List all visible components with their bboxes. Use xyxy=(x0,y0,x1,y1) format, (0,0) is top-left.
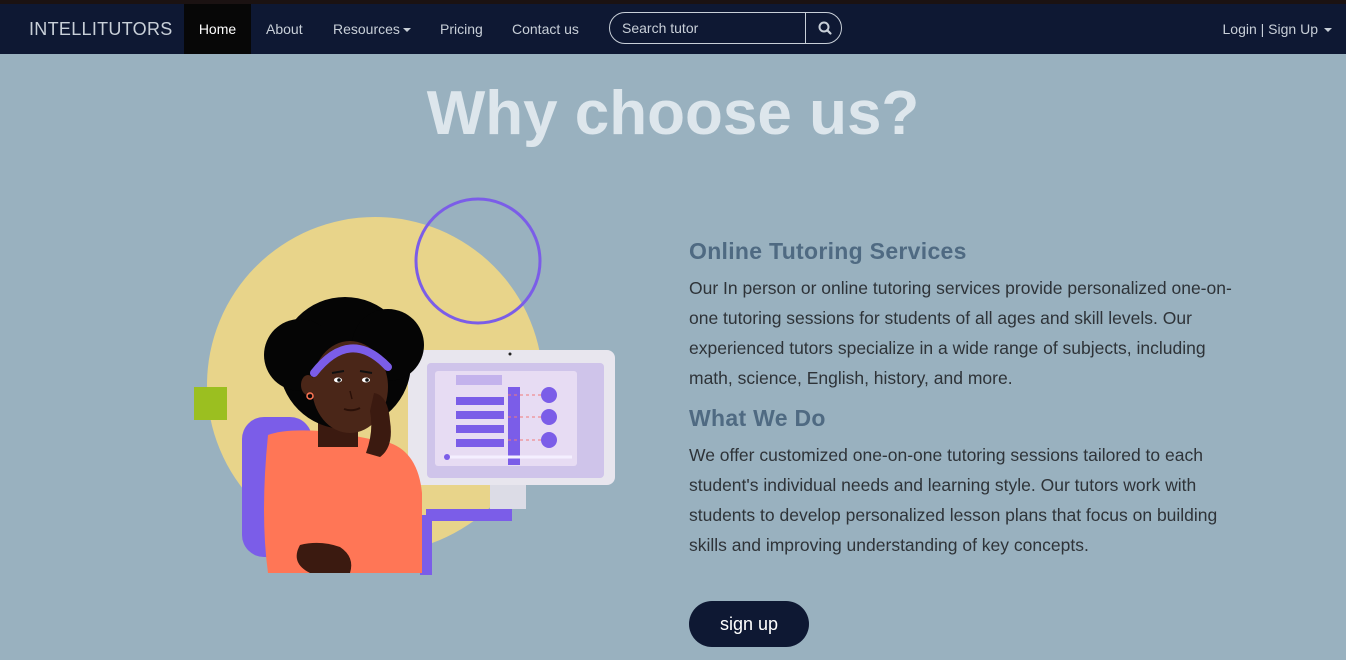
nav-resources[interactable]: Resources xyxy=(333,4,411,54)
sign-up-button[interactable]: sign up xyxy=(689,601,809,647)
brand-logo[interactable]: INTELLITUTORS xyxy=(29,4,173,54)
section-heading-online-tutoring: Online Tutoring Services xyxy=(689,238,967,264)
section-heading-what-we-do: What We Do xyxy=(689,405,826,431)
nav-resources-label: Resources xyxy=(333,21,400,37)
tutor-illustration xyxy=(194,197,615,575)
section-text-what-we-do: We offer customized one-on-one tutoring … xyxy=(689,445,1218,555)
chevron-down-icon xyxy=(402,28,411,33)
features-content: Online Tutoring Services Our In person o… xyxy=(689,236,1249,560)
section-text-online-tutoring: Our In person or online tutoring service… xyxy=(689,278,1232,388)
top-navbar: INTELLITUTORS Home About Resources Prici… xyxy=(0,4,1346,54)
nav-contact[interactable]: Contact us xyxy=(512,4,579,54)
nav-pricing[interactable]: Pricing xyxy=(440,4,483,54)
search-input[interactable] xyxy=(610,13,805,43)
page-title: Why choose us? xyxy=(426,79,920,148)
login-signup-link[interactable]: Login | Sign Up xyxy=(1223,4,1332,54)
chevron-down-icon xyxy=(1324,28,1332,33)
search-bar xyxy=(609,12,842,44)
search-icon xyxy=(818,21,832,35)
login-signup-label: Login | Sign Up xyxy=(1222,21,1318,37)
nav-about[interactable]: About xyxy=(266,4,303,54)
search-button[interactable] xyxy=(805,13,841,43)
green-square-shape xyxy=(194,387,227,420)
nav-home[interactable]: Home xyxy=(184,4,251,54)
